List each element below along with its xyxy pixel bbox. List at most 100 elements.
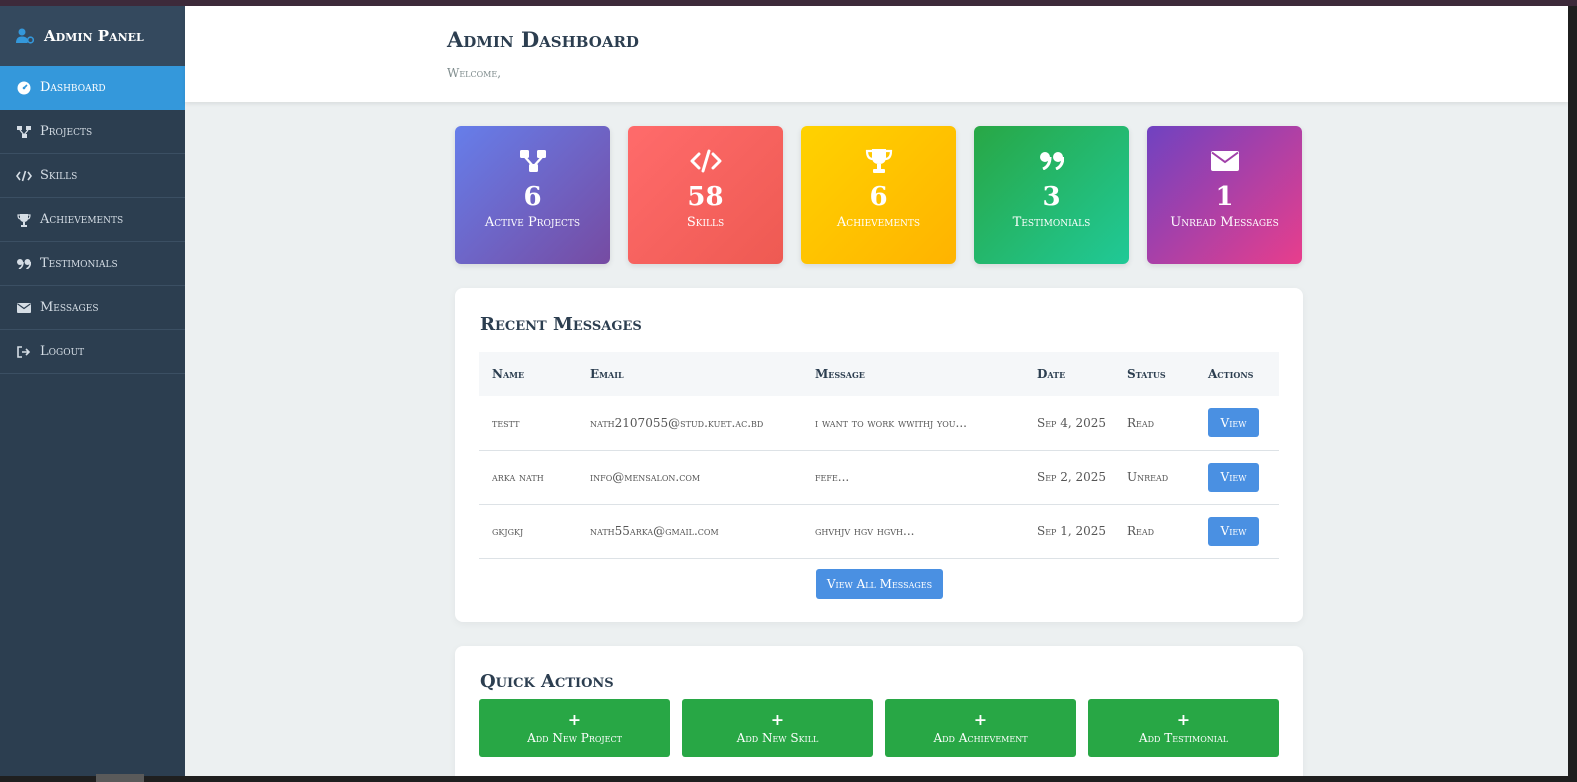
stats-row: 6 Active Projects 58 Skills 6 Achievemen… — [455, 126, 1303, 264]
view-message-button[interactable]: View — [1208, 462, 1259, 492]
plus-icon: + — [567, 709, 582, 729]
sidebar-item-logout[interactable]: Logout — [0, 330, 185, 374]
welcome-text: Welcome, — [447, 66, 502, 80]
stat-value: 6 — [523, 182, 542, 212]
sidebar-item-label: Logout — [40, 344, 85, 359]
sidebar-item-label: Testimonials — [40, 256, 118, 271]
trophy-icon — [865, 148, 893, 174]
sidebar: Admin Panel Dashboard Projects Skills Ac… — [0, 6, 185, 776]
column-header-message: Message — [815, 367, 865, 381]
app-frame: Admin Panel Dashboard Projects Skills Ac… — [0, 6, 1568, 776]
sidebar-item-label: Skills — [40, 168, 78, 183]
cell-message: fefe... — [815, 470, 850, 484]
stat-card-achievements: 6 Achievements — [801, 126, 956, 264]
cell-actions: View — [1195, 396, 1279, 450]
button-label: Add New Skill — [736, 730, 819, 745]
code-icon — [16, 170, 32, 182]
sidebar-item-dashboard[interactable]: Dashboard — [0, 66, 185, 110]
column-header-name: Name — [492, 367, 525, 381]
stat-label: Active Projects — [484, 215, 581, 230]
sidebar-item-messages[interactable]: Messages — [0, 286, 185, 330]
sidebar-item-achievements[interactable]: Achievements — [0, 198, 185, 242]
cell-name: gkjgkj — [492, 524, 524, 538]
sidebar-item-skills[interactable]: Skills — [0, 154, 185, 198]
stat-card-unread-messages: 1 Unread Messages — [1147, 126, 1302, 264]
section-title: Recent Messages — [480, 314, 642, 335]
add-achievement-button[interactable]: + Add Achievement — [885, 699, 1076, 757]
view-message-button[interactable]: View — [1208, 408, 1259, 438]
stat-value: 1 — [1215, 182, 1234, 212]
project-diagram-icon — [519, 148, 547, 174]
quote-icon — [16, 258, 32, 269]
button-label: Add Achievement — [933, 730, 1028, 745]
add-project-button[interactable]: + Add New Project — [479, 699, 670, 757]
stat-card-projects: 6 Active Projects — [455, 126, 610, 264]
view-all-messages-button[interactable]: View All Messages — [816, 569, 943, 599]
plus-icon: + — [770, 709, 785, 729]
plus-icon: + — [973, 709, 988, 729]
cell-date: Sep 2, 2025 — [1037, 470, 1107, 484]
column-header-status: Status — [1127, 367, 1166, 381]
table-row: gkjgkj nath55arka@gmail.com ghvhjv hgv h… — [479, 504, 1279, 558]
cell-date: Sep 4, 2025 — [1037, 415, 1107, 430]
cell-name: testt — [492, 415, 520, 430]
table-header-row: Name Email Message Date Status Actions — [479, 352, 1279, 396]
brand-title: Admin Panel — [44, 27, 144, 45]
page-header: Admin Dashboard Welcome, — [185, 6, 1568, 102]
add-testimonial-button[interactable]: + Add Testimonial — [1088, 699, 1279, 757]
column-header-email: Email — [590, 367, 624, 381]
section-title: Quick Actions — [480, 671, 614, 692]
stat-label: Testimonials — [1012, 215, 1091, 230]
sidebar-brand: Admin Panel — [0, 6, 185, 66]
cell-name: arka nath — [492, 470, 544, 484]
button-label: Add Testimonial — [1138, 730, 1229, 745]
sidebar-item-label: Dashboard — [40, 80, 106, 95]
trophy-icon — [16, 213, 32, 227]
logout-icon — [16, 345, 32, 358]
stat-value: 58 — [687, 182, 724, 212]
cell-status: Read — [1127, 415, 1155, 430]
table-row: arka nath info@mensalon.com fefe... Sep … — [479, 450, 1279, 504]
stat-label: Unread Messages — [1170, 215, 1279, 230]
stat-card-skills: 58 Skills — [628, 126, 783, 264]
envelope-icon — [1210, 148, 1239, 174]
cell-actions: View — [1195, 450, 1279, 504]
cell-message: ghvhjv hgv hgvh... — [815, 524, 915, 538]
cell-message: i want to work wwithj you... — [815, 415, 967, 430]
cell-actions: View — [1195, 504, 1279, 558]
user-cog-icon — [16, 28, 36, 44]
page-title: Admin Dashboard — [447, 27, 639, 52]
sidebar-item-label: Projects — [40, 124, 93, 139]
view-message-button[interactable]: View — [1208, 516, 1259, 546]
cell-email: nath55arka@gmail.com — [590, 524, 719, 538]
window-edge — [1568, 6, 1577, 782]
messages-table: Name Email Message Date Status Actions t… — [479, 352, 1279, 559]
stat-value: 3 — [1042, 182, 1061, 212]
horizontal-scrollbar[interactable] — [0, 776, 1568, 782]
sidebar-item-projects[interactable]: Projects — [0, 110, 185, 154]
cell-email: nath2107055@stud.kuet.ac.bd — [590, 415, 764, 430]
recent-messages-panel: Recent Messages Name Email Message Date … — [455, 288, 1303, 622]
column-header-actions: Actions — [1208, 367, 1254, 381]
column-header-date: Date — [1037, 367, 1066, 381]
scrollbar-thumb[interactable] — [96, 774, 144, 782]
quick-actions-row: + Add New Project + Add New Skill + Add … — [479, 699, 1279, 757]
cell-email: info@mensalon.com — [590, 470, 701, 484]
plus-icon: + — [1176, 709, 1191, 729]
add-skill-button[interactable]: + Add New Skill — [682, 699, 873, 757]
project-diagram-icon — [16, 125, 32, 138]
quote-icon — [1039, 148, 1064, 174]
sidebar-item-testimonials[interactable]: Testimonials — [0, 242, 185, 286]
envelope-icon — [16, 302, 32, 313]
sidebar-item-label: Messages — [40, 300, 99, 315]
stat-value: 6 — [869, 182, 888, 212]
table-row: testt nath2107055@stud.kuet.ac.bd i want… — [479, 396, 1279, 450]
stat-label: Skills — [686, 215, 725, 230]
cell-status: Read — [1127, 524, 1155, 538]
quick-actions-panel: Quick Actions + Add New Project + Add Ne… — [455, 646, 1303, 776]
dashboard-icon — [16, 81, 32, 95]
stat-label: Achievements — [836, 215, 921, 230]
button-label: Add New Project — [527, 730, 622, 745]
cell-date: Sep 1, 2025 — [1037, 524, 1107, 538]
cell-status: Unread — [1127, 470, 1169, 484]
